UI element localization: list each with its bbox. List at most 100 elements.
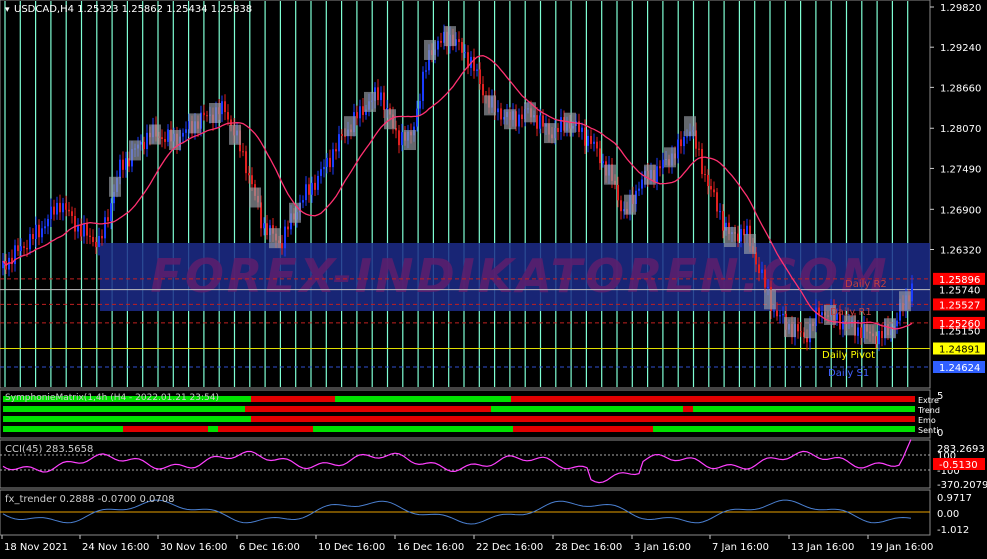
candle-body [206, 115, 208, 117]
signal-box [604, 164, 616, 185]
candle-body [44, 226, 46, 229]
trender-tick-label: 0.9717 [937, 493, 972, 504]
time-tick-label: 7 Jan 16:00 [712, 542, 769, 553]
level-badge-label: 1.24891 [939, 345, 980, 356]
candle-body [146, 132, 148, 150]
symphonie-segment [511, 396, 915, 402]
symphonie-segment [3, 426, 123, 432]
candle-body [596, 141, 598, 149]
candle-body [92, 236, 94, 243]
symphonie-pane[interactable]: SymphonieMatrix(1,4h (H4 - 2022.01.21 23… [0, 389, 943, 439]
candle-body [464, 52, 466, 54]
candle-body [764, 269, 766, 288]
candle-body [50, 206, 52, 219]
candle-body [419, 100, 421, 109]
candle-body [47, 218, 49, 227]
candle-body [251, 175, 253, 185]
candle-body [707, 174, 709, 187]
candle-body [476, 69, 478, 71]
candle-body [341, 134, 343, 136]
candle-body [284, 226, 286, 249]
candle-body [335, 149, 337, 152]
candle-body [59, 202, 61, 213]
price-tick-label: 1.29820 [940, 3, 981, 14]
pivot-label: Daily Pivot [822, 350, 875, 361]
candle-body [683, 136, 685, 147]
candle-body [266, 223, 268, 236]
candle-body [320, 169, 322, 176]
mt4-chart-window[interactable]: FOREX-INDIKATOREN.COM USDCAD,H4 1.25323 … [0, 0, 987, 555]
symphonie-row-label: Emo [918, 416, 936, 425]
candle-body [89, 235, 91, 237]
candle-body [56, 202, 58, 215]
candle-body [701, 148, 703, 175]
candle-body [23, 246, 25, 248]
level-badge-label: 1.25150 [939, 327, 980, 338]
candle-body [590, 135, 592, 144]
signal-box [484, 95, 496, 116]
candle-body [878, 330, 880, 345]
time-tick-label: 19 Jan 16:00 [870, 542, 933, 553]
candle-body [41, 228, 43, 238]
candle-body [263, 223, 265, 229]
candle-body [74, 216, 76, 232]
candle-body [437, 40, 439, 50]
candle-body [245, 151, 247, 174]
candle-body [710, 186, 712, 190]
time-tick-label: 13 Jan 16:00 [791, 542, 854, 553]
candle-body [17, 245, 19, 252]
candle-body [398, 130, 400, 146]
candle-body [101, 235, 103, 239]
candle-body [425, 70, 427, 72]
symphonie-row-label: Trend [917, 406, 940, 415]
trender-tick-label: 0.00 [937, 509, 959, 520]
candle-body [482, 84, 484, 96]
candle-body [587, 135, 589, 146]
symphonie-segment [683, 406, 693, 412]
candle-body [164, 138, 166, 142]
time-tick-label: 24 Nov 16:00 [82, 542, 149, 553]
candle-body [746, 225, 748, 236]
candle-body [32, 234, 34, 239]
candle-body [422, 71, 424, 101]
signal-box [744, 233, 756, 254]
candle-body [779, 315, 781, 317]
candle-body [71, 211, 73, 217]
candle-body [95, 242, 97, 248]
symphonie-segment [208, 426, 218, 432]
candle-body [713, 189, 715, 193]
candle-body [497, 108, 499, 113]
candle-body [383, 92, 385, 110]
candle-body [719, 211, 721, 213]
cci-pane[interactable]: CCI(45) 283.5658 283.2693100-100-370.207… [0, 439, 987, 491]
symphonie-segment [491, 406, 683, 412]
candle-body [800, 331, 802, 333]
price-tick-label: 1.28660 [940, 83, 981, 94]
symphonie-segment [653, 426, 813, 432]
candle-body [83, 223, 85, 237]
candle-body [314, 182, 316, 190]
candle-body [761, 269, 763, 274]
candle-body [782, 313, 784, 316]
candle-body [104, 217, 106, 239]
signal-box [109, 176, 121, 197]
candle-body [182, 132, 184, 137]
cci-current-label: -0.5130 [939, 460, 978, 471]
candle-body [680, 139, 682, 147]
trender-pane[interactable]: fx_trender 0.2888 -0.0700 0.0708 0.9717 0… [0, 489, 972, 536]
symphonie-row-label: Senti [918, 426, 938, 435]
candle-body [65, 203, 67, 210]
symphonie-segment [513, 426, 653, 432]
candle-body [224, 101, 226, 113]
candle-body [662, 159, 664, 169]
main-price-pane[interactable]: FOREX-INDIKATOREN.COM USDCAD,H4 1.25323 … [0, 0, 931, 389]
candle-body [20, 246, 22, 252]
candle-body [80, 224, 82, 237]
candle-body [542, 115, 544, 127]
time-tick-label: 6 Dec 16:00 [239, 542, 300, 553]
signal-box [524, 102, 536, 123]
signal-box [804, 318, 816, 339]
cci-title: CCI(45) 283.5658 [5, 444, 93, 455]
signal-box [444, 26, 456, 47]
candle-body [617, 184, 619, 201]
